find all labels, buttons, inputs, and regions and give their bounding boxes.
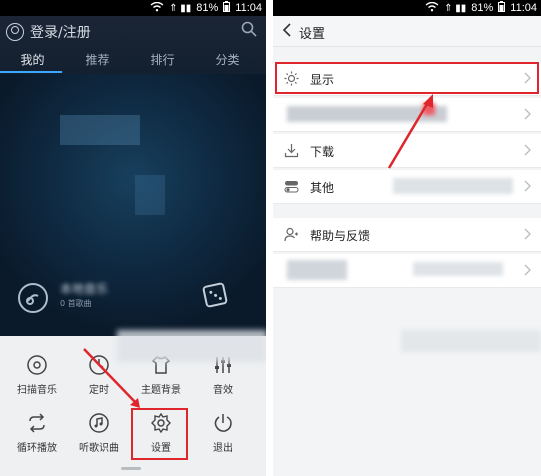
- drag-handle[interactable]: [121, 467, 141, 470]
- chevron-right-icon: [524, 180, 531, 192]
- repeat-icon: [29, 413, 45, 433]
- chevron-right-icon: [524, 264, 531, 276]
- menu-label: 听歌识曲: [79, 443, 119, 454]
- local-music-title[interactable]: 本地音乐: [60, 280, 108, 297]
- search-icon[interactable]: [241, 21, 257, 37]
- login-label: 登录/注册: [30, 25, 91, 41]
- clock: 11:04: [510, 2, 537, 14]
- random-play-icon[interactable]: [201, 281, 229, 309]
- scan-icon: [27, 355, 47, 375]
- toggle-icon: [284, 181, 299, 193]
- menu-exit[interactable]: 退出: [192, 412, 254, 454]
- blurred-region: [60, 115, 140, 145]
- settings-header: 设置: [273, 16, 541, 47]
- menu-label: 退出: [213, 443, 233, 454]
- power-icon: [214, 414, 232, 432]
- battery-icon: [223, 1, 231, 15]
- settings-row-blurred[interactable]: [273, 254, 541, 288]
- menu-scan-music[interactable]: 扫描音乐: [6, 354, 68, 396]
- blurred-region: [287, 260, 347, 280]
- login-area[interactable]: 登录/注册: [6, 22, 91, 42]
- settings-row-help[interactable]: 帮助与反馈: [273, 218, 541, 252]
- app-header: 登录/注册 我的 推荐 排行 分类: [0, 16, 266, 74]
- chevron-right-icon: [524, 144, 531, 156]
- blurred-region: [393, 178, 513, 194]
- settings-row-other[interactable]: 其他: [273, 170, 541, 204]
- status-bar: ⇑ ▮▮ 81% 11:04: [0, 0, 266, 16]
- avatar-icon: [6, 23, 24, 41]
- tab-category[interactable]: 分类: [215, 51, 239, 68]
- blurred-region: [413, 262, 503, 276]
- chevron-right-icon: [524, 228, 531, 240]
- wifi-icon: [425, 1, 439, 15]
- battery-level: 81%: [471, 2, 494, 14]
- chevron-right-icon: [524, 108, 531, 120]
- clock: 11:04: [235, 2, 262, 14]
- menu-song-recognition[interactable]: 听歌识曲: [68, 412, 130, 454]
- local-music-count: 0 首歌曲: [60, 299, 92, 308]
- page-title: 设置: [299, 27, 326, 42]
- tab-bar: 我的 推荐 排行 分类: [0, 51, 266, 68]
- tab-recommend[interactable]: 推荐: [85, 51, 109, 68]
- red-arrow-icon: [83, 348, 140, 408]
- active-tab-indicator: [0, 71, 62, 73]
- signal-icon: ⇑ ▮▮: [444, 2, 467, 14]
- red-arrow-icon: [387, 94, 433, 169]
- user-help-icon: [284, 227, 298, 242]
- tab-mine[interactable]: 我的: [20, 51, 44, 68]
- tab-ranking[interactable]: 排行: [150, 51, 174, 68]
- recognize-icon: [89, 413, 109, 433]
- menu-loop-play[interactable]: 循环播放: [6, 412, 68, 454]
- signal-icon: ⇑ ▮▮: [169, 2, 192, 14]
- menu-label: 扫描音乐: [17, 385, 57, 396]
- back-arrow-icon[interactable]: [279, 22, 295, 38]
- wifi-icon: [150, 1, 164, 15]
- local-music-icon[interactable]: [18, 283, 48, 313]
- blurred-region: [401, 330, 541, 352]
- settings-row-label: 下载: [310, 145, 335, 159]
- battery-level: 81%: [196, 2, 219, 14]
- menu-label: 循环播放: [17, 443, 57, 454]
- settings-row-label: 帮助与反馈: [310, 229, 371, 243]
- status-bar: ⇑ ▮▮ 81% 11:04: [273, 0, 541, 16]
- blurred-region: [135, 175, 165, 215]
- menu-label: 音效: [213, 385, 233, 396]
- settings-row-label: 其他: [310, 181, 335, 195]
- highlight-box-settings: [131, 408, 188, 460]
- battery-icon: [498, 1, 506, 15]
- download-icon: [284, 144, 299, 158]
